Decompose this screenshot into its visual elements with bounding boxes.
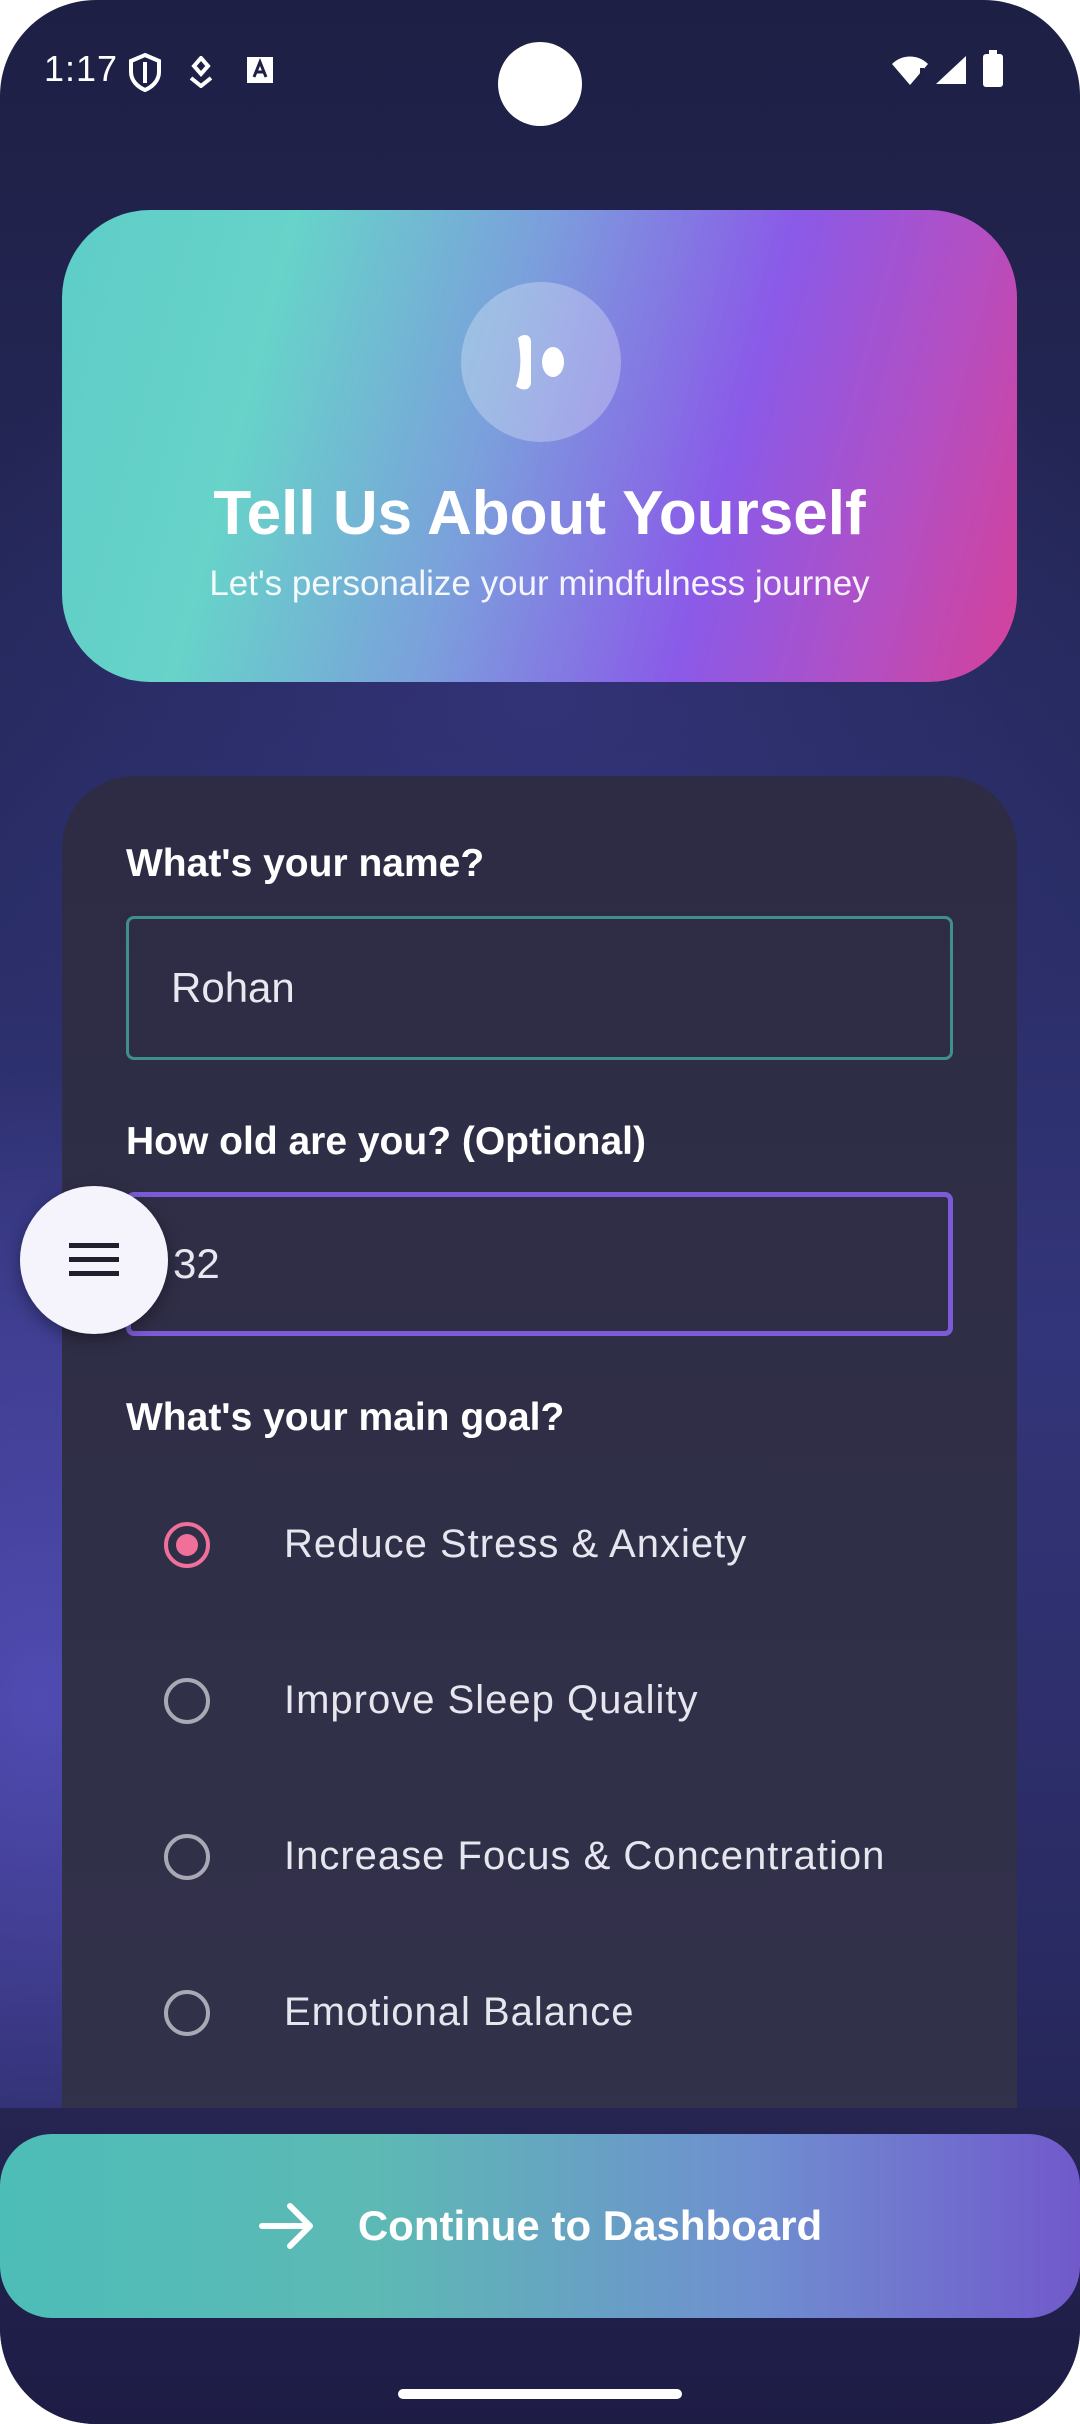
arrow-right-icon (258, 2197, 316, 2255)
logo-badge (461, 282, 621, 442)
app-screen: 1:17 Tell Us About Yourself Let's person… (0, 0, 1080, 2424)
goal-option-label: Increase Focus & Concentration (284, 1834, 886, 1878)
age-field[interactable]: 32 (126, 1192, 953, 1336)
radio-selected-icon[interactable] (164, 1522, 210, 1568)
status-time: 1:17 (44, 48, 119, 89)
goal-option-improve-sleep[interactable]: Improve Sleep Quality (150, 1652, 1010, 1752)
goal-option-label: Improve Sleep Quality (284, 1678, 699, 1722)
notification-icon (186, 54, 216, 93)
battery-icon (982, 50, 1004, 93)
font-icon (246, 56, 274, 89)
page-title: Tell Us About Yourself (213, 479, 866, 548)
goal-option-emotional-balance[interactable]: Emotional Balance (150, 1964, 1010, 2064)
signal-icon (934, 54, 968, 91)
continue-button[interactable]: Continue to Dashboard (0, 2134, 1080, 2318)
age-field-value: 32 (173, 1240, 220, 1287)
header-card: Tell Us About Yourself Let's personalize… (62, 210, 1017, 682)
page-subtitle: Let's personalize your mindfulness journ… (209, 564, 870, 603)
goal-label: What's your main goal? (126, 1396, 565, 1439)
goal-option-increase-focus[interactable]: Increase Focus & Concentration (150, 1808, 1010, 1908)
radio-unselected-icon[interactable] (164, 1834, 210, 1880)
goal-option-label: Reduce Stress & Anxiety (284, 1522, 748, 1566)
menu-button[interactable] (20, 1186, 168, 1334)
home-indicator[interactable] (398, 2389, 682, 2399)
camera-cutout (498, 42, 582, 126)
wifi-icon (890, 54, 930, 91)
goal-option-label: Emotional Balance (284, 1990, 635, 2034)
name-label: What's your name? (126, 842, 485, 885)
age-label: How old are you? (Optional) (126, 1120, 646, 1163)
meditation-logo-icon (461, 282, 621, 447)
shield-icon (128, 52, 162, 97)
goal-option-reduce-stress[interactable]: Reduce Stress & Anxiety (150, 1496, 1010, 1596)
menu-icon (69, 1241, 119, 1284)
radio-unselected-icon[interactable] (164, 1678, 210, 1724)
name-field-value: Rohan (171, 964, 295, 1011)
status-bar: 1:17 (0, 0, 1080, 140)
radio-unselected-icon[interactable] (164, 1990, 210, 2036)
continue-button-label: Continue to Dashboard (357, 2202, 823, 2249)
name-field[interactable]: Rohan (126, 916, 953, 1060)
